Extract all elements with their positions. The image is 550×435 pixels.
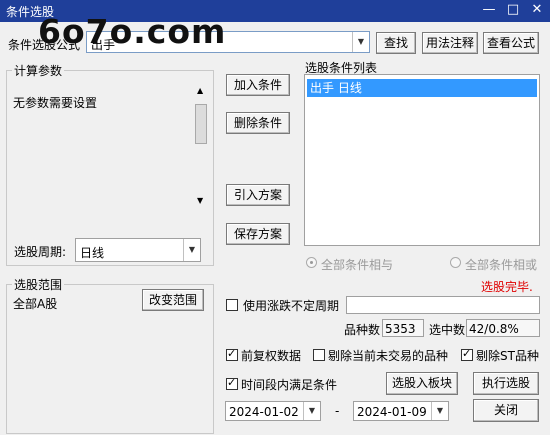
to-block-button[interactable]: 选股入板块 [386, 372, 458, 395]
end-date-value: 2024-01-09 [357, 405, 427, 419]
save-scheme-button[interactable]: 保存方案 [226, 223, 290, 245]
params-scrollbar[interactable]: ▲ ▼ [194, 84, 208, 210]
execute-button[interactable]: 执行选股 [473, 372, 539, 395]
scroll-up-icon[interactable]: ▲ [197, 86, 203, 95]
usage-notes-button[interactable]: 用法注释 [422, 32, 478, 54]
close-button[interactable]: 关闭 [473, 399, 539, 422]
close-icon[interactable]: ✕ [526, 0, 548, 20]
variable-period-checkbox[interactable] [226, 299, 238, 311]
change-scope-button[interactable]: 改变范围 [142, 289, 204, 311]
forward-adjust-label: 前复权数据 [241, 349, 302, 363]
period-condition-label: 时间段内满足条件 [241, 378, 338, 392]
chevron-down-icon[interactable]: ▼ [352, 32, 369, 52]
selected-count-label: 选中数 [429, 323, 466, 337]
period-condition-checkbox[interactable] [226, 376, 238, 390]
chevron-down-icon[interactable]: ▼ [303, 402, 320, 420]
stock-count-value: 5353 [385, 322, 416, 336]
start-date-value: 2024-01-02 [229, 405, 299, 419]
exclude-st-label: 剔除ST品种 [476, 349, 539, 363]
scrollbar-thumb[interactable] [195, 104, 207, 144]
and-radio[interactable] [306, 257, 317, 268]
end-date-picker[interactable]: 2024-01-09 ▼ [353, 401, 449, 421]
params-group-title: 计算参数 [12, 62, 65, 79]
stock-count-field: 5353 [382, 319, 424, 337]
scroll-down-icon[interactable]: ▼ [197, 196, 203, 205]
condition-list[interactable]: 出手 日线 [304, 74, 540, 246]
period-select[interactable]: 日线 ▼ [75, 238, 201, 262]
import-scheme-button[interactable]: 引入方案 [226, 184, 290, 206]
exclude-untraded-label: 剔除当前未交易的品种 [328, 349, 449, 363]
forward-adjust-checkbox[interactable] [226, 347, 238, 361]
list-item[interactable]: 出手 日线 [307, 79, 537, 97]
status-text: 选股完毕. [481, 280, 533, 294]
watermark: 6o7o.com [38, 12, 227, 51]
params-message: 无参数需要设置 [13, 96, 98, 110]
start-date-picker[interactable]: 2024-01-02 ▼ [225, 401, 321, 421]
maximize-icon[interactable]: □ [502, 0, 524, 20]
variable-period-label: 使用涨跌不定周期 [243, 299, 340, 313]
period-label: 选股周期: [14, 245, 67, 259]
exclude-untraded-checkbox[interactable] [313, 349, 325, 361]
or-radio[interactable] [450, 257, 461, 268]
delete-condition-button[interactable]: 删除条件 [226, 112, 290, 134]
stock-count-label: 品种数 [344, 323, 381, 337]
chevron-down-icon[interactable]: ▼ [183, 239, 200, 261]
or-label: 全部条件相或 [465, 258, 538, 272]
view-formula-button[interactable]: 查看公式 [483, 32, 539, 54]
period-value: 日线 [80, 246, 105, 260]
date-separator: - [335, 404, 340, 418]
selected-count-value: 42/0.8% [469, 322, 519, 336]
variable-period-input[interactable] [346, 296, 540, 314]
minimize-icon[interactable]: — [478, 0, 500, 20]
add-condition-button[interactable]: 加入条件 [226, 74, 290, 96]
scope-group-title: 选股范围 [12, 276, 65, 293]
and-label: 全部条件相与 [321, 258, 394, 272]
exclude-st-checkbox[interactable] [461, 347, 473, 361]
chevron-down-icon[interactable]: ▼ [431, 402, 448, 420]
find-button[interactable]: 查找 [376, 32, 416, 54]
selected-count-field: 42/0.8% [466, 319, 540, 337]
scope-value: 全部A股 [13, 297, 58, 311]
